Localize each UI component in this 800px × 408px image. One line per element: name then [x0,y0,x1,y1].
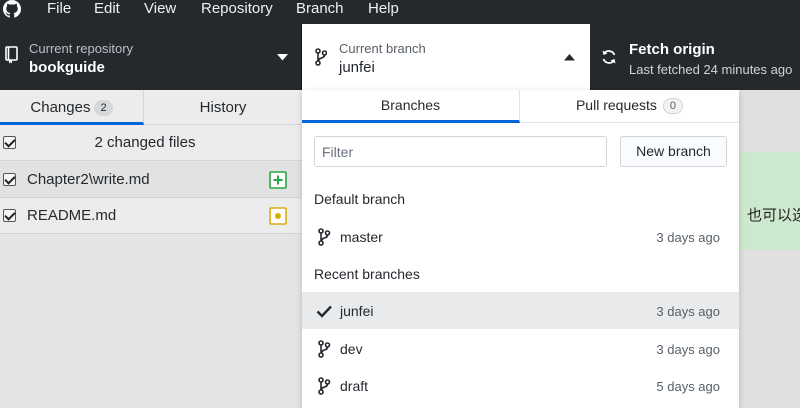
branch-filter-input[interactable] [314,136,607,167]
branch-updated-time: 3 days ago [656,304,720,319]
changed-files-summary: 2 changed files [94,134,196,151]
branch-name: junfei [340,303,374,319]
current-branch-value: junfei [339,59,375,76]
tab-pull-requests[interactable]: Pull requests 0 [520,90,739,123]
tab-changes-label: Changes [30,99,91,116]
git-branch-icon [318,377,331,395]
toolbar: Current repository bookguide Current bra… [0,24,800,90]
branch-dropdown: Branches Pull requests 0 New branch Defau… [302,90,739,408]
menu-branch[interactable]: Branch [296,0,344,20]
menu-view[interactable]: View [144,0,176,20]
current-branch-button[interactable]: Current branch junfei [302,24,590,90]
menu-file[interactable]: File [47,0,71,20]
menu-edit[interactable]: Edit [94,0,120,20]
left-tab-bar: Changes 2 History [0,90,302,125]
fetch-origin-button[interactable]: Fetch origin Last fetched 24 minutes ago [590,24,800,90]
tab-branches-label: Branches [380,97,441,113]
changes-pane: Changes 2 History 2 changed files Chapter… [0,90,302,408]
diff-partial-text: ，也可以选 [732,207,800,224]
new-branch-button[interactable]: New branch [620,136,727,167]
branch-item-draft[interactable]: draft 5 days ago [302,367,739,404]
current-branch-label: Current branch [339,41,426,56]
checkmark-icon [316,305,332,318]
recent-branches-header: Recent branches [314,266,420,282]
git-branch-icon [318,228,331,246]
git-branch-icon [315,48,327,66]
file-added-icon [269,171,287,189]
branch-item-junfei[interactable]: junfei 3 days ago [302,292,739,329]
file-row[interactable]: Chapter2\write.md [0,162,302,198]
default-branch-header: Default branch [314,191,406,207]
branch-updated-time: 3 days ago [656,342,720,357]
diff-added-highlight [739,152,800,250]
repo-icon [5,46,18,64]
github-logo-icon [3,0,21,18]
menu-bar: File Edit View Repository Branch Help [0,0,800,24]
dropdown-tab-bar: Branches Pull requests 0 [302,90,739,123]
file-checkbox[interactable] [3,173,16,186]
file-row[interactable]: README.md [0,198,302,234]
fetch-origin-title: Fetch origin [629,41,715,58]
changes-count-badge: 2 [94,100,113,116]
current-repository-button[interactable]: Current repository bookguide [0,24,302,90]
tab-pull-requests-label: Pull requests [575,97,657,113]
current-repository-value: bookguide [29,59,105,76]
sync-icon [602,50,616,64]
tab-history[interactable]: History [144,90,302,125]
file-modified-icon [269,207,287,225]
chevron-down-icon [277,54,288,61]
branch-updated-time: 3 days ago [656,230,720,245]
file-name: README.md [27,207,117,224]
tab-history-label: History [199,99,247,116]
menu-repository[interactable]: Repository [201,0,273,20]
current-repository-label: Current repository [29,41,134,56]
branch-name: dev [340,341,363,357]
branch-item-master[interactable]: master 3 days ago [302,218,739,255]
git-branch-icon [318,340,331,358]
branch-item-dev[interactable]: dev 3 days ago [302,330,739,367]
menu-help[interactable]: Help [368,0,399,20]
pull-requests-count-badge: 0 [662,98,684,114]
file-name: Chapter2\write.md [27,171,150,188]
select-all-row: 2 changed files [0,125,302,161]
tab-changes[interactable]: Changes 2 [0,90,144,125]
branch-name: draft [340,378,369,394]
tab-branches[interactable]: Branches [302,90,520,123]
chevron-up-icon [564,54,575,61]
branch-name: master [340,229,383,245]
branch-updated-time: 5 days ago [656,379,720,394]
file-checkbox[interactable] [3,209,16,222]
last-fetched-text: Last fetched 24 minutes ago [629,62,793,77]
